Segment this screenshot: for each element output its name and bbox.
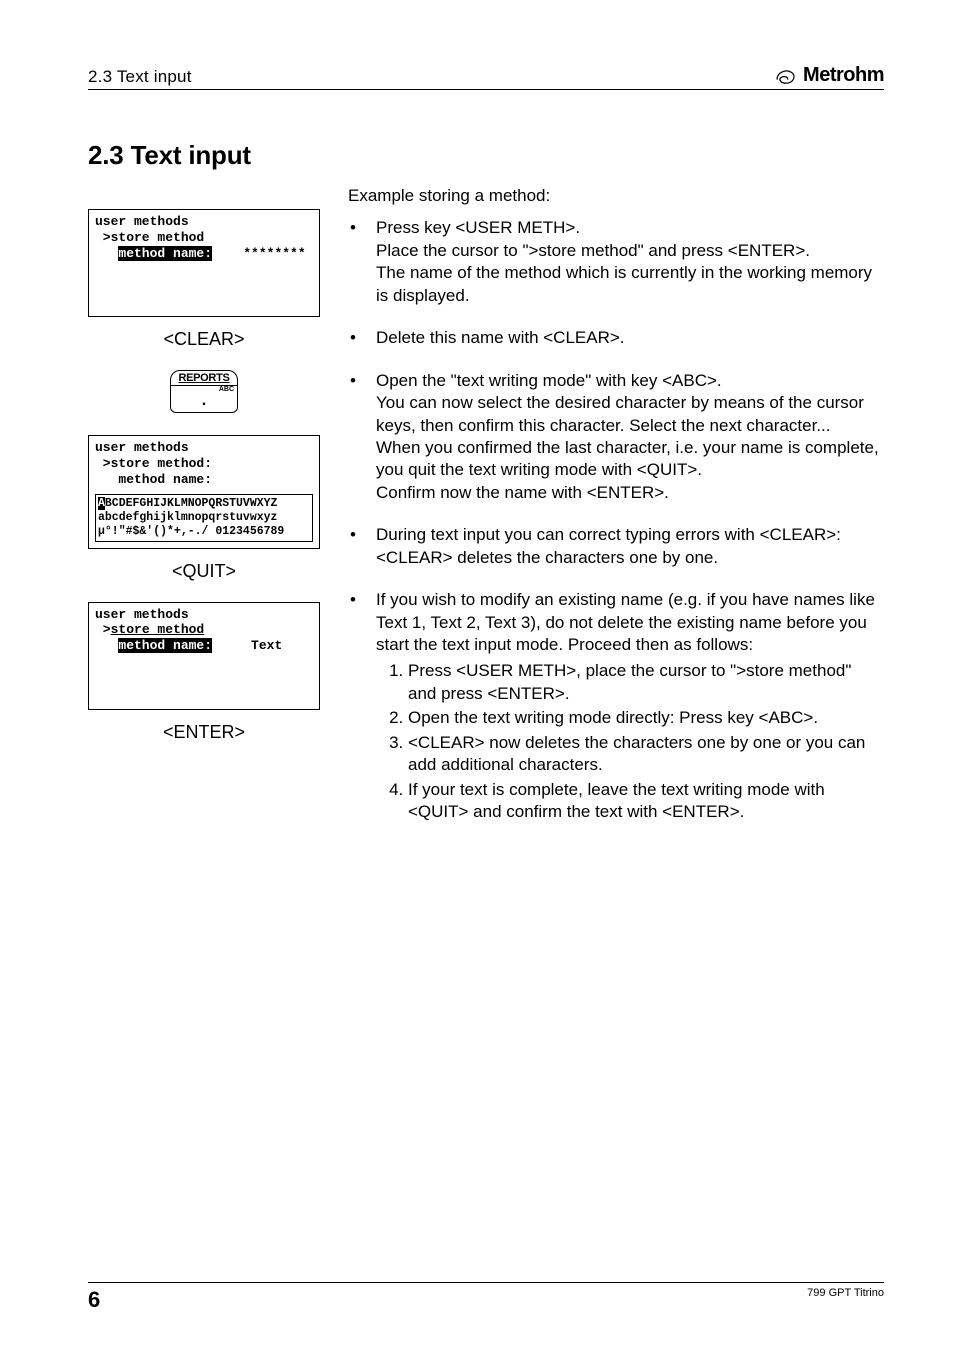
lcd1-line1: user methods (95, 214, 189, 229)
b4-l1: During text input you can correct typing… (376, 525, 841, 544)
lcd3-line1: user methods (95, 607, 189, 622)
b3-l1: Open the "text writing mode" with key <A… (376, 371, 722, 390)
page-footer: 6 799 GPT Titrino (88, 1282, 884, 1313)
enter-key-label: <ENTER> (88, 722, 320, 743)
b1-l3: The name of the method which is currentl… (376, 263, 872, 304)
lcd1-value: ******** (243, 246, 305, 261)
lcd2-line3: method name: (95, 472, 212, 487)
b5-step-1: Press <USER METH>, place the cursor to "… (408, 660, 884, 705)
b3-l3: When you confirmed the last character, i… (376, 438, 879, 479)
b3-l2: You can now select the desired character… (376, 393, 864, 434)
b2-text: Delete this name with <CLEAR>. (376, 328, 625, 347)
lcd3-line2-prefix: > (95, 622, 111, 637)
lcd3-line2-under: store method (111, 622, 205, 637)
lcd-display-2: user methods >store method: method name:… (88, 435, 320, 549)
charset-row1: BCDEFGHIJKLMNOPQRSTUVWXYZ (105, 497, 278, 510)
b5-step-2: Open the text writing mode directly: Pre… (408, 707, 884, 729)
lcd2-line1: user methods (95, 440, 189, 455)
lcd1-line2: >store method (95, 230, 204, 245)
intro-text: Example storing a method: (348, 185, 884, 207)
right-column: Example storing a method: Press key <USE… (348, 185, 884, 844)
left-column: user methods >store method method name: … (88, 185, 320, 763)
page-number: 6 (88, 1287, 100, 1313)
b5-step-4: If your text is complete, leave the text… (408, 779, 884, 824)
page-header: 2.3 Text input Metrohm (88, 64, 884, 90)
reports-key-abc: ABC (219, 386, 234, 393)
reports-key-wrap: REPORTS ABC . (88, 370, 320, 413)
charset-row2: abcdefghijklmnopqrstuvwxyz (98, 511, 277, 524)
lcd3-label-inverted: method name: (118, 638, 212, 653)
lcd-display-3: user methods >store method method name: … (88, 602, 320, 710)
brand-logo: Metrohm (775, 64, 884, 87)
instruction-list: Press key <USER METH>. Place the cursor … (348, 217, 884, 823)
b1-l1: Press key <USER METH>. (376, 218, 580, 237)
b5-intro: If you wish to modify an existing name (… (376, 590, 875, 654)
brand-name: Metrohm (803, 64, 884, 87)
bullet-4: During text input you can correct typing… (348, 524, 884, 569)
b1-l2: Place the cursor to ">store method" and … (376, 241, 810, 260)
section-heading: 2.3 Text input (88, 140, 884, 171)
lcd2-line2: >store method: (95, 456, 212, 471)
bullet-2: Delete this name with <CLEAR>. (348, 327, 884, 349)
lcd3-value: Text (251, 638, 282, 653)
metrohm-swirl-icon (775, 67, 797, 85)
quit-key-label: <QUIT> (88, 561, 320, 582)
bullet-5: If you wish to modify an existing name (… (348, 589, 884, 823)
charset-highlight-A: A (98, 497, 105, 510)
clear-key-label: <CLEAR> (88, 329, 320, 350)
lcd1-label-inverted: method name: (118, 246, 212, 261)
charset-box: ABCDEFGHIJKLMNOPQRSTUVWXYZ abcdefghijklm… (95, 494, 313, 542)
header-section-label: 2.3 Text input (88, 67, 192, 87)
model-name: 799 GPT Titrino (807, 1287, 884, 1299)
b5-step-3: <CLEAR> now deletes the characters one b… (408, 732, 884, 777)
bullet-5-steps: Press <USER METH>, place the cursor to "… (376, 660, 884, 823)
lcd-display-1: user methods >store method method name: … (88, 209, 320, 317)
charset-row3: µ°!"#$&'()*+,-./ 0123456789 (98, 525, 284, 538)
bullet-1: Press key <USER METH>. Place the cursor … (348, 217, 884, 307)
bullet-3: Open the "text writing mode" with key <A… (348, 370, 884, 505)
b4-l2: <CLEAR> deletes the characters one by on… (376, 548, 718, 567)
reports-key-top: REPORTS (171, 371, 237, 386)
b3-l4: Confirm now the name with <ENTER>. (376, 483, 669, 502)
reports-abc-key: REPORTS ABC . (170, 370, 238, 413)
